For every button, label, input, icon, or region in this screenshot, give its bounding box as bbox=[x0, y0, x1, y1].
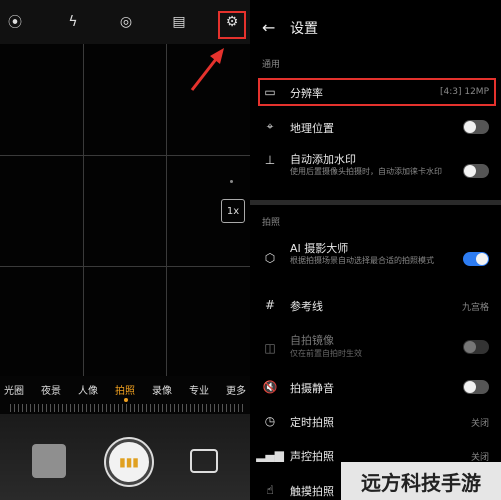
mode-indicator-dot bbox=[124, 398, 128, 402]
setting-label: 触摸拍照 bbox=[290, 485, 334, 498]
setting-sub: 根据拍摄场景自动选择最合适的拍照模式 bbox=[290, 256, 434, 265]
stamp-icon: ⊥ bbox=[264, 153, 276, 167]
mode-item[interactable]: 光圈 bbox=[4, 382, 24, 402]
mode-item[interactable]: 更多 bbox=[226, 382, 246, 402]
setting-sub: 使用后置摄像头拍摄时，自动添加徕卡水印 bbox=[290, 167, 442, 176]
location-pin-icon: ⌖ bbox=[266, 118, 274, 133]
setting-label: 自拍镜像 bbox=[290, 334, 334, 347]
section-general: 通用 bbox=[262, 60, 281, 70]
setting-label: 拍摄静音 bbox=[290, 382, 334, 395]
setting-label: 分辨率 bbox=[290, 87, 323, 100]
gallery-thumbnail[interactable] bbox=[32, 444, 66, 478]
setting-ai-master[interactable]: ⬡ AI 摄影大师 根据拍摄场景自动选择最合适的拍照模式 bbox=[250, 236, 501, 284]
bars-icon: ▮▮▮ bbox=[119, 455, 139, 469]
setting-value: [4:3] 12MP bbox=[439, 87, 489, 97]
hand-icon: ☝ bbox=[266, 483, 274, 497]
camera-top-bar: ⦿ ϟ ◎ ▤ ⚙ bbox=[0, 0, 250, 44]
mode-item[interactable]: 夜景 bbox=[41, 382, 61, 402]
settings-highlight-box bbox=[218, 11, 246, 39]
back-arrow-icon[interactable]: ← bbox=[262, 18, 275, 37]
setting-label: 地理位置 bbox=[290, 122, 334, 135]
ai-master-toggle[interactable] bbox=[463, 252, 489, 266]
ai-master-icon: ⬡ bbox=[264, 251, 276, 265]
aperture-icon[interactable]: ◎ bbox=[117, 13, 135, 31]
watermark-toggle[interactable] bbox=[463, 164, 489, 178]
grid-line bbox=[0, 266, 250, 267]
focus-dot bbox=[230, 180, 233, 183]
mirror-icon: ◫ bbox=[264, 341, 276, 355]
red-arrow-annotation bbox=[190, 48, 224, 91]
setting-label: 声控拍照 bbox=[290, 450, 334, 463]
ai-mode-icon[interactable]: ⦿ bbox=[6, 13, 24, 31]
grid-icon: # bbox=[264, 298, 276, 312]
setting-location[interactable]: ⌖ 地理位置 bbox=[250, 112, 501, 140]
setting-grid[interactable]: # 参考线 九宫格 bbox=[250, 292, 501, 318]
mode-item[interactable]: 人像 bbox=[78, 382, 98, 402]
camera-panel: ⦿ ϟ ◎ ▤ ⚙ 1x 光圈 夜景 人像 拍照 录像 专业 更多 ▮▮▮ bbox=[0, 0, 250, 500]
site-watermark: 远方科技手游 bbox=[341, 462, 501, 500]
setting-value: 关闭 bbox=[470, 419, 489, 429]
setting-resolution[interactable]: ▭ 分辨率 [4:3] 12MP bbox=[250, 80, 501, 104]
settings-header: ← 设置 bbox=[250, 0, 501, 54]
setting-label: AI 摄影大师 bbox=[290, 242, 349, 255]
setting-sub: 仅在前置自拍时生效 bbox=[290, 349, 362, 358]
shutter-button[interactable]: ▮▮▮ bbox=[106, 439, 152, 485]
settings-panel: ← 设置 通用 ▭ 分辨率 [4:3] 12MP ⌖ 地理位置 ⊥ 自动添加水印… bbox=[250, 0, 501, 500]
grid-line bbox=[166, 44, 167, 376]
setting-label: 自动添加水印 bbox=[290, 153, 356, 166]
filter-icon[interactable]: ▤ bbox=[170, 13, 188, 31]
setting-value: 九宫格 bbox=[461, 303, 489, 313]
setting-mute[interactable]: 🔇 拍摄静音 bbox=[250, 374, 501, 400]
mute-icon: 🔇 bbox=[262, 380, 278, 394]
section-divider bbox=[250, 200, 501, 205]
location-toggle[interactable] bbox=[463, 120, 489, 134]
setting-label: 定时拍照 bbox=[290, 416, 334, 429]
camera-bottom-bar: ▮▮▮ bbox=[0, 414, 250, 500]
setting-watermark[interactable]: ⊥ 自动添加水印 使用后置摄像头拍摄时，自动添加徕卡水印 bbox=[250, 146, 501, 196]
page-title: 设置 bbox=[290, 21, 318, 37]
section-photo: 拍照 bbox=[262, 218, 281, 228]
mode-item[interactable]: 专业 bbox=[189, 382, 209, 402]
timer-icon: ◷ bbox=[264, 414, 276, 428]
mirror-toggle bbox=[463, 340, 489, 354]
setting-mirror: ◫ 自拍镜像 仅在前置自拍时生效 bbox=[250, 328, 501, 368]
switch-camera-icon[interactable] bbox=[190, 449, 218, 473]
mode-ticks bbox=[10, 404, 244, 412]
flash-icon[interactable]: ϟ bbox=[64, 13, 82, 31]
grid-line bbox=[83, 44, 84, 376]
voice-bars-icon: ▂▄▆ bbox=[256, 448, 284, 462]
film-icon: ▭ bbox=[264, 85, 276, 99]
mode-item[interactable]: 录像 bbox=[152, 382, 172, 402]
zoom-button[interactable]: 1x bbox=[221, 199, 245, 223]
setting-timer[interactable]: ◷ 定时拍照 关闭 bbox=[250, 408, 501, 434]
mute-toggle[interactable] bbox=[463, 380, 489, 394]
grid-line bbox=[0, 155, 250, 156]
setting-label: 参考线 bbox=[290, 300, 323, 313]
